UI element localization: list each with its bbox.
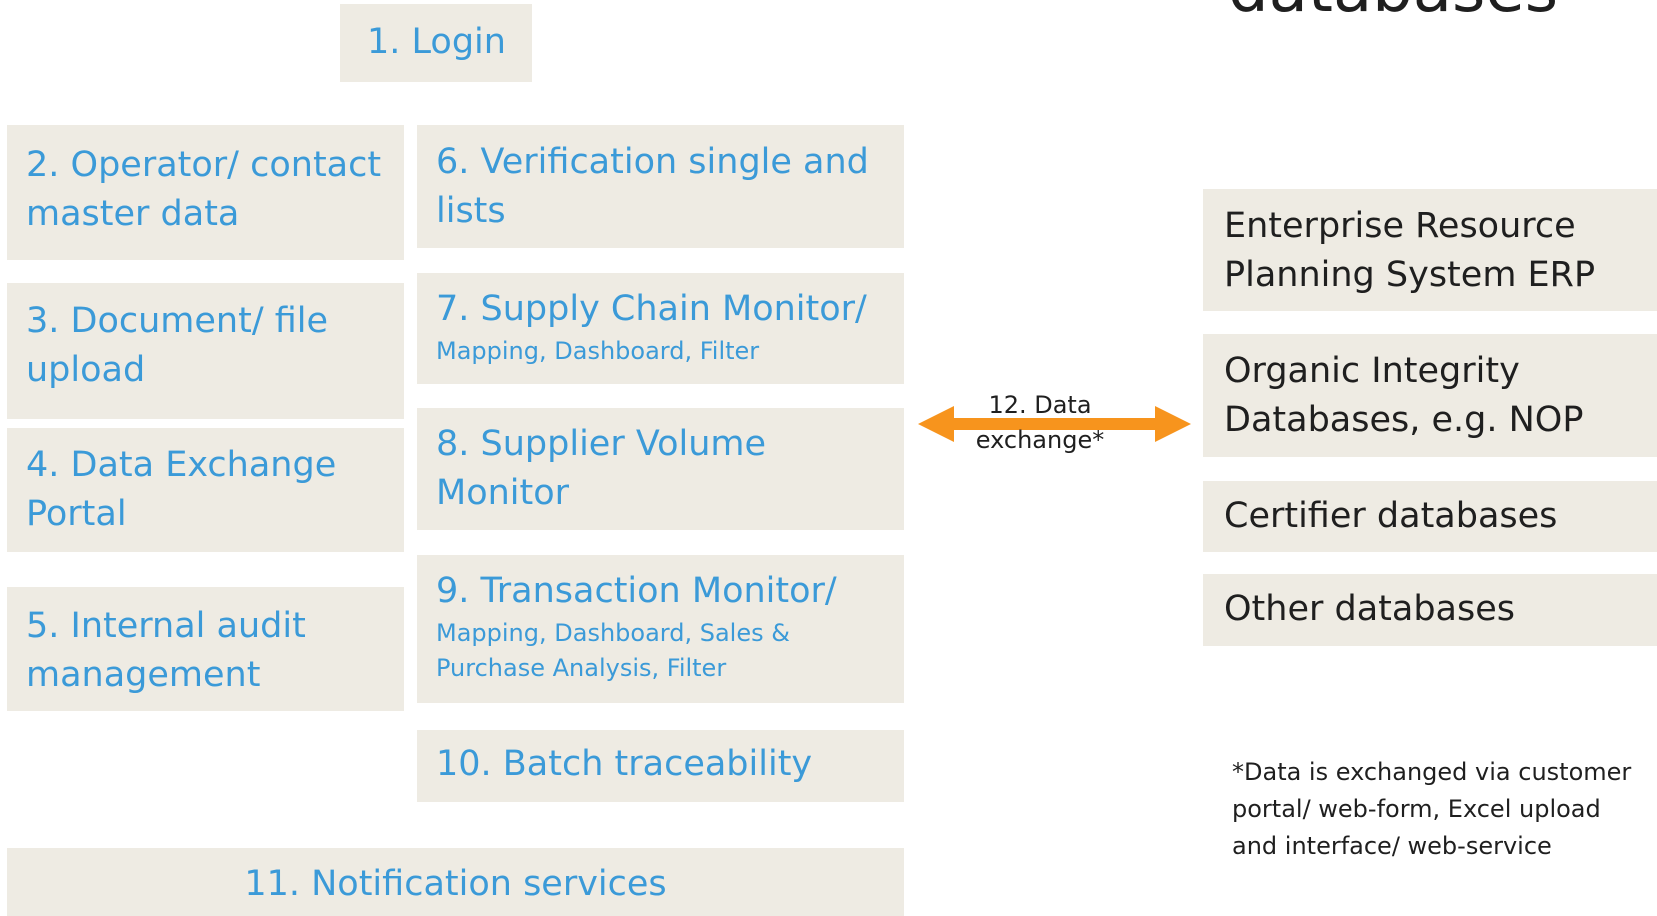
external-erp-label: Enterprise Resource Planning System ERP xyxy=(1224,206,1596,295)
external-erp: Enterprise Resource Planning System ERP xyxy=(1203,189,1657,311)
data-exchange-label: 12. Data exchange* xyxy=(975,391,1105,454)
external-organic-label: Organic Integrity Databases, e.g. NOP xyxy=(1224,351,1584,440)
external-other: Other databases xyxy=(1203,574,1657,646)
footnote: *Data is exchanged via customer portal/ … xyxy=(1232,758,1632,860)
external-certifier-label: Certifier databases xyxy=(1224,496,1558,536)
external-certifier: Certifier databases xyxy=(1203,481,1657,552)
external-other-label: Other databases xyxy=(1224,589,1516,629)
external-organic: Organic Integrity Databases, e.g. NOP xyxy=(1203,334,1657,457)
